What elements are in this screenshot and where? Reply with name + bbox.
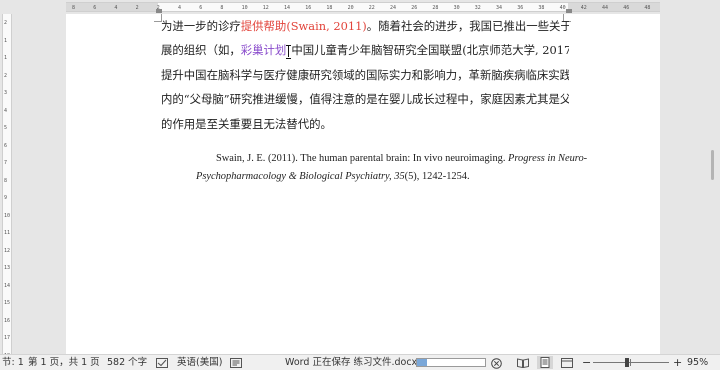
- macro-recording-icon[interactable]: [230, 358, 242, 368]
- paragraph-line-4: 内的“父母脑”研究推进缓慢，值得注意的是在婴儿成长过程中，家庭因素尤其是父母所发…: [161, 92, 569, 107]
- vertical-ruler-tick-label: 5: [4, 125, 8, 131]
- vertical-ruler-tick-label: 15: [4, 300, 11, 306]
- vertical-ruler-tick-label: 6: [4, 142, 8, 149]
- ruler-tick-label: 6: [199, 5, 203, 11]
- vertical-ruler-tick-label: 8: [4, 177, 8, 184]
- read-mode-icon[interactable]: [517, 358, 529, 368]
- ruler-tick-label: 30: [453, 5, 460, 11]
- language-indicator[interactable]: 英语(美国): [177, 355, 222, 370]
- section-indicator[interactable]: 节: 1: [2, 355, 24, 370]
- paragraph-line-5: 的作用是至关重要且无法替代的。: [161, 116, 332, 131]
- zoom-center-mark: [630, 359, 631, 366]
- vertical-ruler-tick-label: 1: [4, 37, 8, 44]
- text-cursor-icon: [286, 45, 292, 60]
- ruler-tick-label: 10: [241, 5, 248, 11]
- reference-pages: (5), 1242-1254.: [404, 171, 470, 182]
- ruler-tick-label: 46: [623, 5, 630, 11]
- ruler-tick-label: 28: [432, 5, 439, 11]
- zoom-slider[interactable]: [593, 362, 669, 363]
- vertical-ruler-tick-label: 2: [4, 72, 8, 79]
- ruler-tick-label: 14: [284, 5, 291, 11]
- ruler-tick-label: 42: [580, 5, 587, 11]
- ruler-left-margin: [66, 3, 158, 11]
- ruler-tick-label: 22: [368, 5, 375, 11]
- page-number-indicator[interactable]: 第 1 页，共 1 页: [28, 355, 100, 370]
- ruler-tick-label: 12: [262, 5, 269, 11]
- vertical-ruler-tick-label: 7: [4, 160, 8, 166]
- ruler-tick-label: 4: [114, 5, 118, 11]
- text-run: 中国儿童青少年脑智研究全国联盟(北京师范大学, 2017)），旨在: [291, 43, 569, 58]
- zoom-level[interactable]: 95%: [687, 355, 708, 370]
- paragraph-line-2: 展的组织（如，彩巢计划中国儿童青少年脑智研究全国联盟(北京师范大学, 2017)…: [161, 38, 569, 62]
- ruler-tick-label: 6: [93, 5, 97, 11]
- reference-journal-volume: Psychopharmacology & Biological Psychiat…: [196, 171, 405, 182]
- reference-line-2: Psychopharmacology & Biological Psychiat…: [196, 168, 576, 186]
- vertical-scrollbar[interactable]: [706, 14, 720, 354]
- status-bar: 节: 1 第 1 页，共 1 页 582 个字 英语(美国) Word 正在保存…: [0, 354, 720, 370]
- vertical-ruler-tick-label: 4: [4, 107, 8, 114]
- zoom-in-button[interactable]: +: [673, 355, 682, 370]
- proofing-icon[interactable]: [156, 358, 168, 368]
- ruler-tick-label: 48: [644, 5, 651, 11]
- vertical-ruler-tick-label: 1: [4, 55, 8, 61]
- vertical-ruler-tick-label: 14: [4, 282, 11, 289]
- first-line-indent-marker[interactable]: [156, 9, 162, 13]
- ruler-tick-label: 4: [178, 5, 182, 11]
- text-run: 。随着社会的进步，我国已推出一些关于婴幼儿脑发: [366, 19, 569, 33]
- save-progress-fill: [417, 359, 428, 366]
- reference-entry[interactable]: Swain, J. E. (2011). The human parental …: [196, 150, 587, 186]
- reference-line-1: Swain, J. E. (2011). The human parental …: [196, 150, 587, 168]
- print-layout-icon: [540, 357, 550, 368]
- ruler-tick-label: 26: [411, 5, 418, 11]
- text-run: 为进一步的诊疗: [161, 19, 241, 33]
- document-page[interactable]: 为进一步的诊疗提供帮助(Swain, 2011)。随着社会的进步，我国已推出一些…: [66, 14, 660, 354]
- save-status-text: Word 正在保存 练习文件.docx:: [285, 357, 421, 368]
- print-layout-button[interactable]: [537, 356, 553, 369]
- vertical-ruler-tick-label: 17: [4, 335, 11, 341]
- vertical-ruler[interactable]: 21123456789101112131415161718: [0, 14, 14, 359]
- document-body[interactable]: 为进一步的诊疗提供帮助(Swain, 2011)。随着社会的进步，我国已推出一些…: [161, 14, 569, 136]
- vertical-ruler-tick-label: 13: [4, 265, 11, 271]
- paragraph-line-3: 提升中国在脑科学与医疗健康研究领域的国际实力和影响力，革新脑疾病临床实践。然而国: [161, 67, 569, 82]
- ruler-tick-label: 18: [326, 5, 333, 11]
- zoom-out-button[interactable]: −: [582, 355, 591, 370]
- reference-journal: Progress in Neuro-: [508, 153, 588, 164]
- cancel-save-icon[interactable]: [491, 358, 502, 369]
- ruler-tick-label: 2: [135, 5, 139, 11]
- ruler-tick-label: 44: [602, 5, 609, 11]
- vertical-ruler-tick-label: 2: [4, 20, 8, 26]
- ruler-tick-label: 32: [474, 5, 481, 11]
- ruler-tick-label: 36: [517, 5, 524, 11]
- text-run: 展的组织（如，: [161, 43, 241, 58]
- ruler-tick-label: 20: [347, 5, 354, 11]
- right-indent-marker[interactable]: [566, 9, 572, 13]
- vertical-ruler-tick-label: 3: [4, 90, 8, 96]
- vertical-ruler-tick-label: 10: [4, 212, 11, 219]
- ruler-tick-label: 24: [390, 5, 397, 11]
- ruler-tick-label: 16: [305, 5, 312, 11]
- vertical-ruler-track: 21123456789101112131415161718: [2, 14, 12, 359]
- tracked-change-red: 提供帮助(Swain, 2011): [240, 19, 367, 33]
- vertical-ruler-tick-label: 11: [4, 230, 11, 236]
- vertical-ruler-tick-label: 12: [4, 247, 11, 254]
- ruler-tick-label: 8: [72, 5, 76, 11]
- reference-text: Swain, J. E. (2011). The human parental …: [216, 153, 509, 164]
- zoom-slider-thumb[interactable]: [625, 358, 629, 367]
- ruler-tick-label: 8: [220, 5, 224, 11]
- scrollbar-thumb[interactable]: [711, 150, 714, 180]
- web-layout-icon[interactable]: [561, 358, 573, 368]
- vertical-ruler-tick-label: 9: [4, 195, 8, 201]
- tracked-change-purple: 彩巢计划: [240, 43, 287, 58]
- word-count[interactable]: 582 个字: [107, 355, 147, 370]
- paragraph-line-1: 为进一步的诊疗提供帮助(Swain, 2011)。随着社会的进步，我国已推出一些…: [161, 14, 569, 38]
- horizontal-ruler[interactable]: 8 6 4 2 2 4 6 8 10 12 14 16 18 20 22 24 26 28 30 32 34 36 38 40…: [0, 0, 720, 14]
- ruler-tick-label: 34: [496, 5, 503, 11]
- save-progress-bar: [416, 358, 486, 367]
- vertical-ruler-tick-label: 16: [4, 317, 11, 324]
- ruler-tick-label: 38: [538, 5, 545, 11]
- ruler-tick-label: 40: [559, 5, 566, 11]
